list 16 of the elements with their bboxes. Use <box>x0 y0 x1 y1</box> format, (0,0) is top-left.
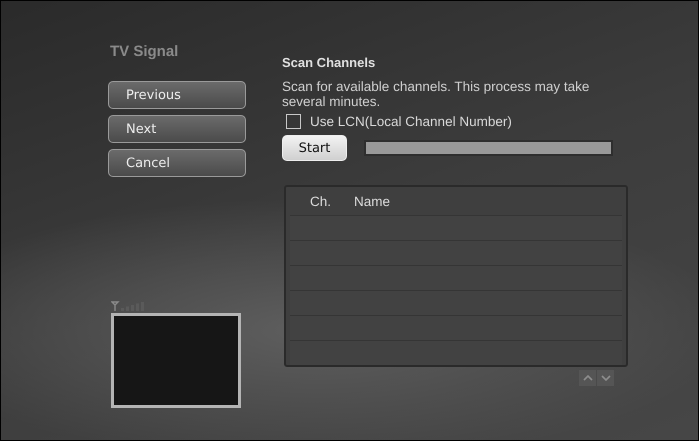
chevron-up-icon <box>582 375 592 381</box>
nav-button[interactable]: Cancel <box>108 149 246 177</box>
checkbox-label: Use LCN(Local Channel Number) <box>310 114 512 129</box>
column-header: Ch. <box>310 194 332 208</box>
scroll-down-button[interactable] <box>597 370 614 386</box>
chevron-down-icon <box>600 375 610 381</box>
nav-button[interactable]: Next <box>108 115 246 143</box>
section-title: Scan Channels <box>282 55 376 70</box>
start-button[interactable]: Start <box>282 135 347 161</box>
lcn-checkbox[interactable] <box>286 114 301 129</box>
signal-strength-icon <box>111 301 147 311</box>
column-header: Name <box>354 194 390 208</box>
description-text: Scan for available channels. This process may take several minutes. <box>282 79 590 109</box>
nav-button[interactable]: Previous <box>108 81 246 109</box>
scroll-up-button[interactable] <box>579 370 596 386</box>
screen-title: TV Signal <box>110 43 180 60</box>
